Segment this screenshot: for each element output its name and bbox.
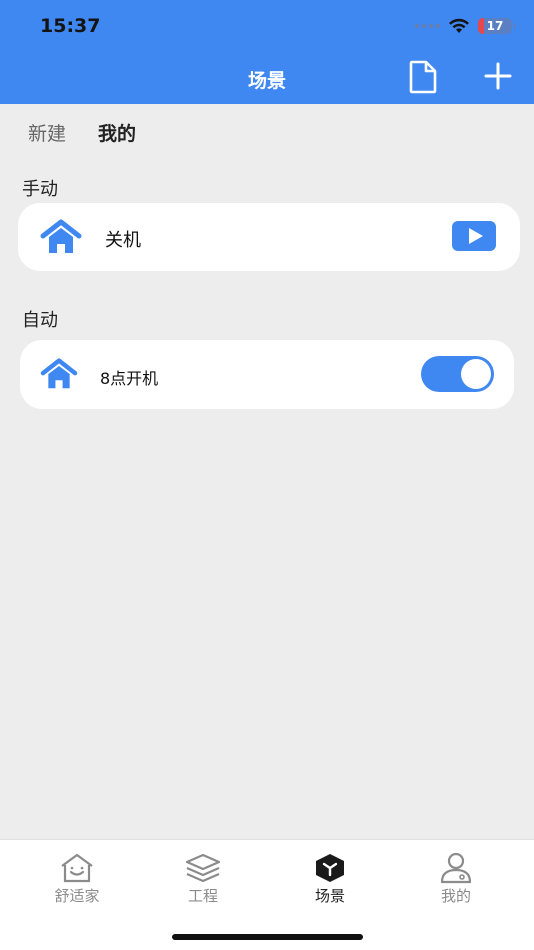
nav-header: 15:37 17 场景 [0, 0, 534, 104]
page-title: 场景 [247, 70, 286, 92]
wifi-icon [449, 18, 469, 33]
tabbar-item-home[interactable]: 舒适家 [32, 852, 122, 906]
scene-name: 关机 [105, 230, 141, 251]
auto-scene-toggle[interactable] [421, 356, 494, 392]
tabbar-label: 工程 [187, 887, 218, 905]
layers-icon [185, 853, 221, 883]
scene-name: 8点开机 [100, 369, 159, 388]
play-button[interactable] [452, 221, 496, 251]
user-icon [440, 852, 472, 884]
add-icon[interactable] [484, 62, 512, 90]
home-indicator [172, 934, 363, 940]
section-auto-label: 自动 [22, 310, 58, 331]
home-icon [40, 219, 82, 253]
home-icon [40, 358, 78, 389]
status-time: 15:37 [40, 15, 101, 37]
home-smile-icon [61, 853, 93, 883]
scene-tabs: 新建 我的 [28, 119, 136, 146]
toggle-knob [461, 359, 491, 389]
scene-card-manual[interactable]: 关机 [18, 203, 520, 271]
tabbar-label: 我的 [440, 887, 471, 905]
battery-icon: 17 [478, 18, 516, 34]
scene-card-auto[interactable]: 8点开机 [20, 340, 514, 409]
tabbar-label: 舒适家 [54, 887, 100, 905]
tabbar-item-project[interactable]: 工程 [158, 852, 248, 906]
tabbar-item-mine[interactable]: 我的 [411, 852, 501, 906]
document-icon[interactable] [407, 60, 439, 94]
status-indicators: 17 [415, 18, 516, 34]
tab-new[interactable]: 新建 [28, 119, 66, 146]
signal-icon [415, 24, 440, 28]
tabbar-label: 场景 [314, 887, 345, 905]
tabbar-item-scene[interactable]: 场景 [285, 852, 375, 906]
battery-level: 17 [486, 19, 504, 33]
section-manual-label: 手动 [22, 179, 58, 200]
scene-cube-icon [316, 854, 344, 882]
tab-mine[interactable]: 我的 [98, 119, 136, 146]
